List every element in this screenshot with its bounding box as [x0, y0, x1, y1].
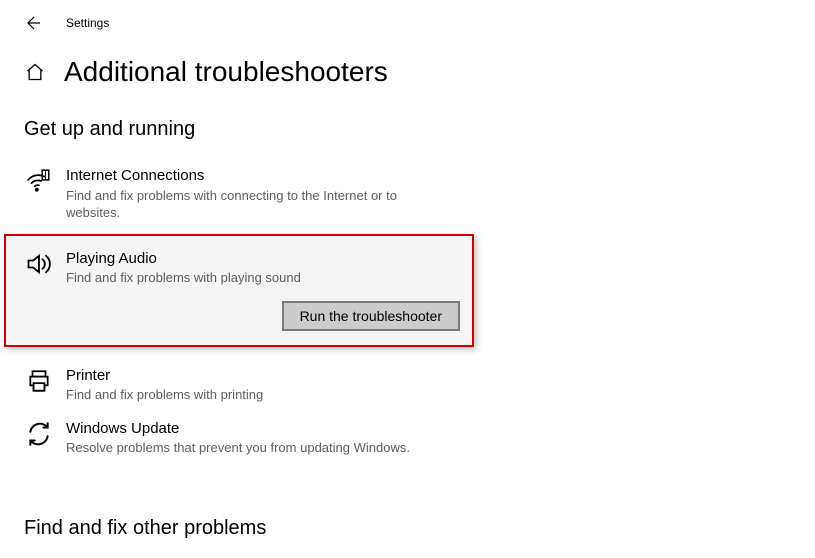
section-other-heading: Find and fix other problems: [24, 517, 791, 540]
troubleshooter-printer-desc: Find and fix problems with printing: [66, 386, 446, 404]
troubleshooter-update-desc: Resolve problems that prevent you from u…: [66, 439, 446, 457]
window-title: Settings: [66, 16, 109, 30]
section-getup-heading: Get up and running: [24, 118, 791, 141]
speaker-icon: [24, 249, 54, 279]
run-troubleshooter-button[interactable]: Run the troubleshooter: [282, 301, 460, 331]
back-button[interactable]: [24, 13, 44, 33]
troubleshooter-printer[interactable]: Printer Find and fix problems with print…: [24, 363, 474, 416]
wifi-icon: [24, 166, 54, 196]
troubleshooter-update[interactable]: Windows Update Resolve problems that pre…: [24, 416, 474, 469]
troubleshooter-internet-desc: Find and fix problems with connecting to…: [66, 187, 446, 222]
sync-icon: [24, 419, 54, 449]
troubleshooter-printer-name: Printer: [66, 366, 474, 386]
troubleshooter-audio[interactable]: Playing Audio Find and fix problems with…: [24, 246, 472, 301]
printer-icon: [24, 366, 54, 396]
page-title: Additional troubleshooters: [64, 56, 388, 88]
home-icon[interactable]: [24, 61, 46, 83]
troubleshooter-update-name: Windows Update: [66, 419, 474, 439]
troubleshooter-audio-desc: Find and fix problems with playing sound: [66, 269, 446, 287]
troubleshooter-internet-name: Internet Connections: [66, 166, 474, 186]
troubleshooter-audio-name: Playing Audio: [66, 249, 472, 269]
troubleshooter-internet[interactable]: Internet Connections Find and fix proble…: [24, 163, 474, 234]
highlighted-troubleshooter: Playing Audio Find and fix problems with…: [4, 234, 474, 347]
